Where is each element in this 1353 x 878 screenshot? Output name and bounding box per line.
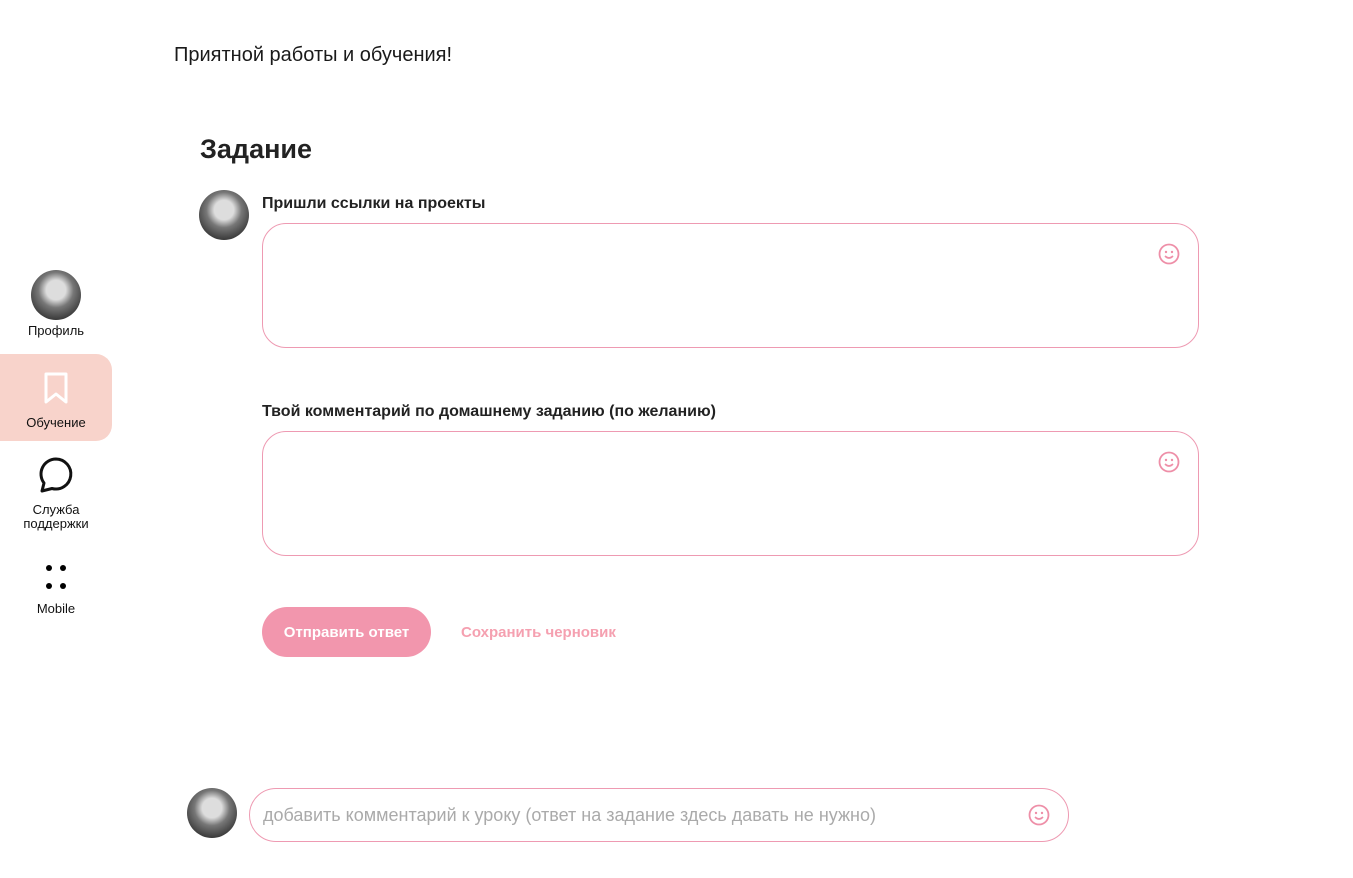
project-links-input[interactable]: [262, 223, 1199, 348]
save-draft-button[interactable]: Сохранить черновик: [461, 624, 616, 641]
avatar: [31, 270, 81, 320]
emoji-icon[interactable]: [1158, 243, 1180, 265]
dots-grid-icon: [46, 565, 66, 589]
lesson-intro-text: Приятной работы и обучения!: [174, 44, 453, 66]
comment-placeholder: добавить комментарий к уроку (ответ на з…: [263, 804, 876, 825]
emoji-icon[interactable]: [1158, 451, 1180, 473]
sidebar-item-label: Mobile: [36, 601, 76, 616]
sidebar-item-label: Служба поддержки: [23, 502, 89, 531]
sidebar-item-support[interactable]: Служба поддержки: [0, 456, 112, 531]
author-avatar: [199, 190, 249, 240]
emoji-icon[interactable]: [1028, 804, 1050, 826]
chat-bubble-icon: [39, 457, 73, 493]
sidebar-item-mobile[interactable]: Mobile: [0, 562, 112, 616]
submit-answer-button[interactable]: Отправить ответ: [262, 607, 431, 657]
homework-comment-input[interactable]: [262, 431, 1199, 556]
lesson-comment-input[interactable]: добавить комментарий к уроку (ответ на з…: [249, 788, 1069, 842]
task-title: Задание: [200, 134, 313, 164]
sidebar-item-label: Обучение: [26, 415, 86, 430]
sidebar-item-profile[interactable]: Профиль: [0, 270, 112, 338]
sidebar-item-learning[interactable]: Обучение: [0, 354, 112, 441]
sidebar-item-label: Профиль: [27, 323, 85, 338]
user-avatar: [187, 788, 237, 838]
field-label: Пришли ссылки на проекты: [262, 195, 486, 212]
bookmark-icon: [44, 372, 68, 404]
field-label: Твой комментарий по домашнему заданию (п…: [262, 403, 716, 420]
